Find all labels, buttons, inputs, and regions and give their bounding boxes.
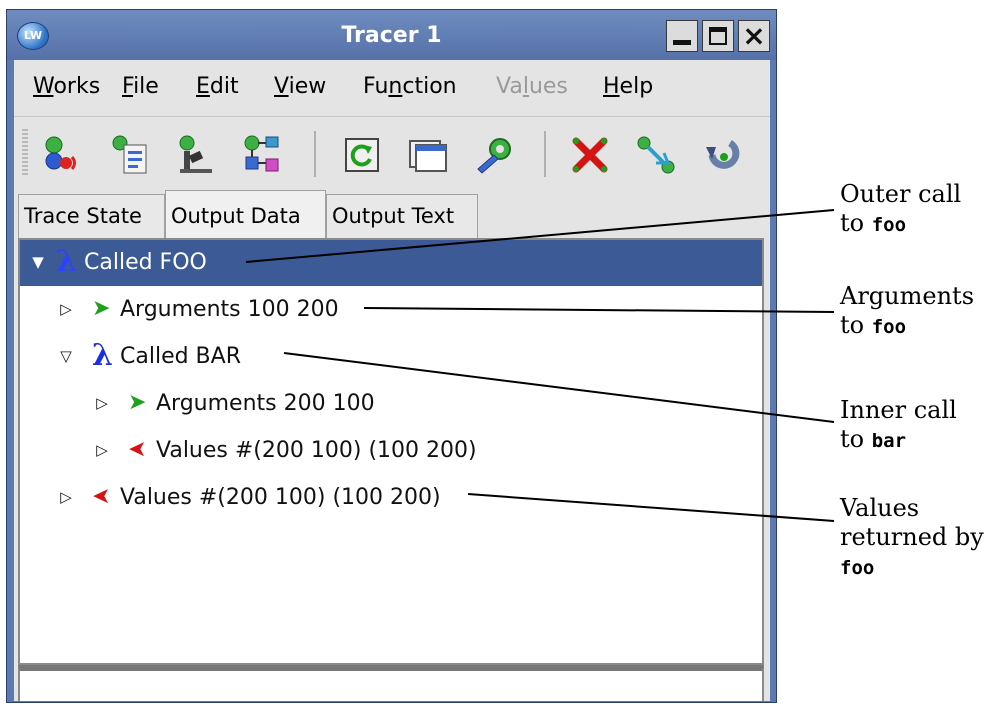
callout-line-arguments [363, 307, 835, 313]
annotation-arguments: Arguments to foo [840, 282, 975, 339]
annotation-inner-call: Inner call to bar [840, 396, 957, 453]
callout-lines [245, 209, 835, 522]
annotation-outer-call: Outer call to foo [840, 180, 962, 237]
annotation-values: Values returned by foo [840, 494, 984, 579]
callout-line-inner-call [283, 352, 835, 423]
callout-line-outer-call [245, 209, 835, 263]
callout-line-values [467, 493, 835, 522]
